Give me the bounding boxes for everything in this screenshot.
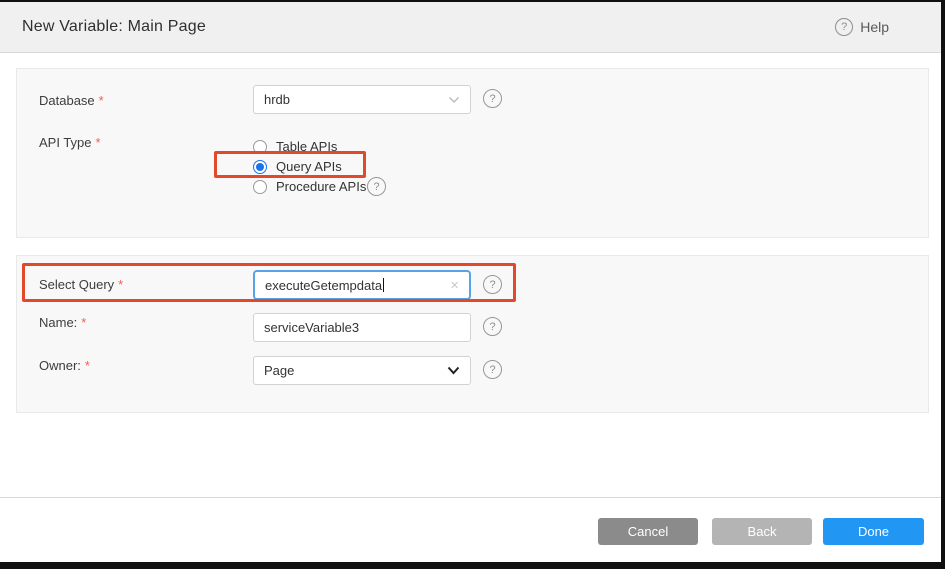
api-type-required-asterisk: * bbox=[96, 135, 101, 150]
owner-help-icon[interactable]: ? bbox=[483, 360, 502, 379]
database-select-value: hrdb bbox=[264, 92, 448, 107]
owner-label-text: Owner: bbox=[39, 358, 81, 373]
help-question-icon: ? bbox=[835, 18, 853, 36]
database-help-icon[interactable]: ? bbox=[483, 89, 502, 108]
name-input-value: serviceVariable3 bbox=[264, 320, 359, 335]
select-query-label: Select Query * bbox=[39, 277, 123, 292]
chevron-down-icon bbox=[447, 366, 460, 375]
dialog-header: New Variable: Main Page ? Help bbox=[0, 2, 941, 53]
owner-select-value: Page bbox=[264, 363, 447, 378]
name-required-asterisk: * bbox=[81, 315, 86, 330]
select-query-input-value: executeGetempdata bbox=[265, 278, 382, 293]
back-button[interactable]: Back bbox=[712, 518, 812, 545]
dialog-title: New Variable: Main Page bbox=[22, 18, 206, 36]
radio-unselected-icon bbox=[253, 180, 267, 194]
query-details-panel: Select Query * executeGetempdata × ? Name… bbox=[16, 255, 929, 413]
radio-procedure-apis[interactable]: Procedure APIs bbox=[253, 179, 366, 194]
name-help-icon[interactable]: ? bbox=[483, 317, 502, 336]
frame-edge-top bbox=[0, 0, 945, 2]
database-label: Database * bbox=[39, 93, 104, 108]
database-api-panel: Database * hrdb ? API Type * Table APIs Qu… bbox=[16, 68, 929, 238]
frame-edge-bottom bbox=[0, 562, 945, 569]
radio-query-apis-label: Query APIs bbox=[276, 159, 342, 174]
api-type-help-icon[interactable]: ? bbox=[367, 177, 386, 196]
name-label-text: Name: bbox=[39, 315, 77, 330]
name-label: Name: * bbox=[39, 315, 86, 330]
api-type-label-text: API Type bbox=[39, 135, 92, 150]
owner-select[interactable]: Page bbox=[253, 356, 471, 385]
database-label-text: Database bbox=[39, 93, 95, 108]
radio-table-apis[interactable]: Table APIs bbox=[253, 139, 337, 154]
radio-query-apis[interactable]: Query APIs bbox=[253, 159, 342, 174]
radio-selected-icon bbox=[253, 160, 267, 174]
select-query-label-text: Select Query bbox=[39, 277, 114, 292]
database-required-asterisk: * bbox=[99, 93, 104, 108]
select-query-help-icon[interactable]: ? bbox=[483, 275, 502, 294]
select-query-input[interactable]: executeGetempdata × bbox=[253, 270, 471, 300]
database-select[interactable]: hrdb bbox=[253, 85, 471, 114]
owner-required-asterisk: * bbox=[85, 358, 90, 373]
name-input[interactable]: serviceVariable3 bbox=[253, 313, 471, 342]
select-query-required-asterisk: * bbox=[118, 277, 123, 292]
radio-unselected-icon bbox=[253, 140, 267, 154]
clear-icon[interactable]: × bbox=[450, 278, 459, 293]
text-caret bbox=[383, 278, 384, 292]
chevron-down-icon bbox=[448, 96, 460, 104]
done-button[interactable]: Done bbox=[823, 518, 924, 545]
footer-divider bbox=[0, 497, 941, 498]
help-label: Help bbox=[860, 19, 889, 35]
cancel-button[interactable]: Cancel bbox=[598, 518, 698, 545]
api-type-label: API Type * bbox=[39, 135, 101, 150]
radio-table-apis-label: Table APIs bbox=[276, 139, 337, 154]
frame-edge-right bbox=[941, 0, 945, 569]
radio-procedure-apis-label: Procedure APIs bbox=[276, 179, 366, 194]
owner-label: Owner: * bbox=[39, 358, 90, 373]
help-button[interactable]: ? Help bbox=[835, 2, 889, 52]
new-variable-dialog: New Variable: Main Page ? Help Database *… bbox=[0, 0, 945, 569]
